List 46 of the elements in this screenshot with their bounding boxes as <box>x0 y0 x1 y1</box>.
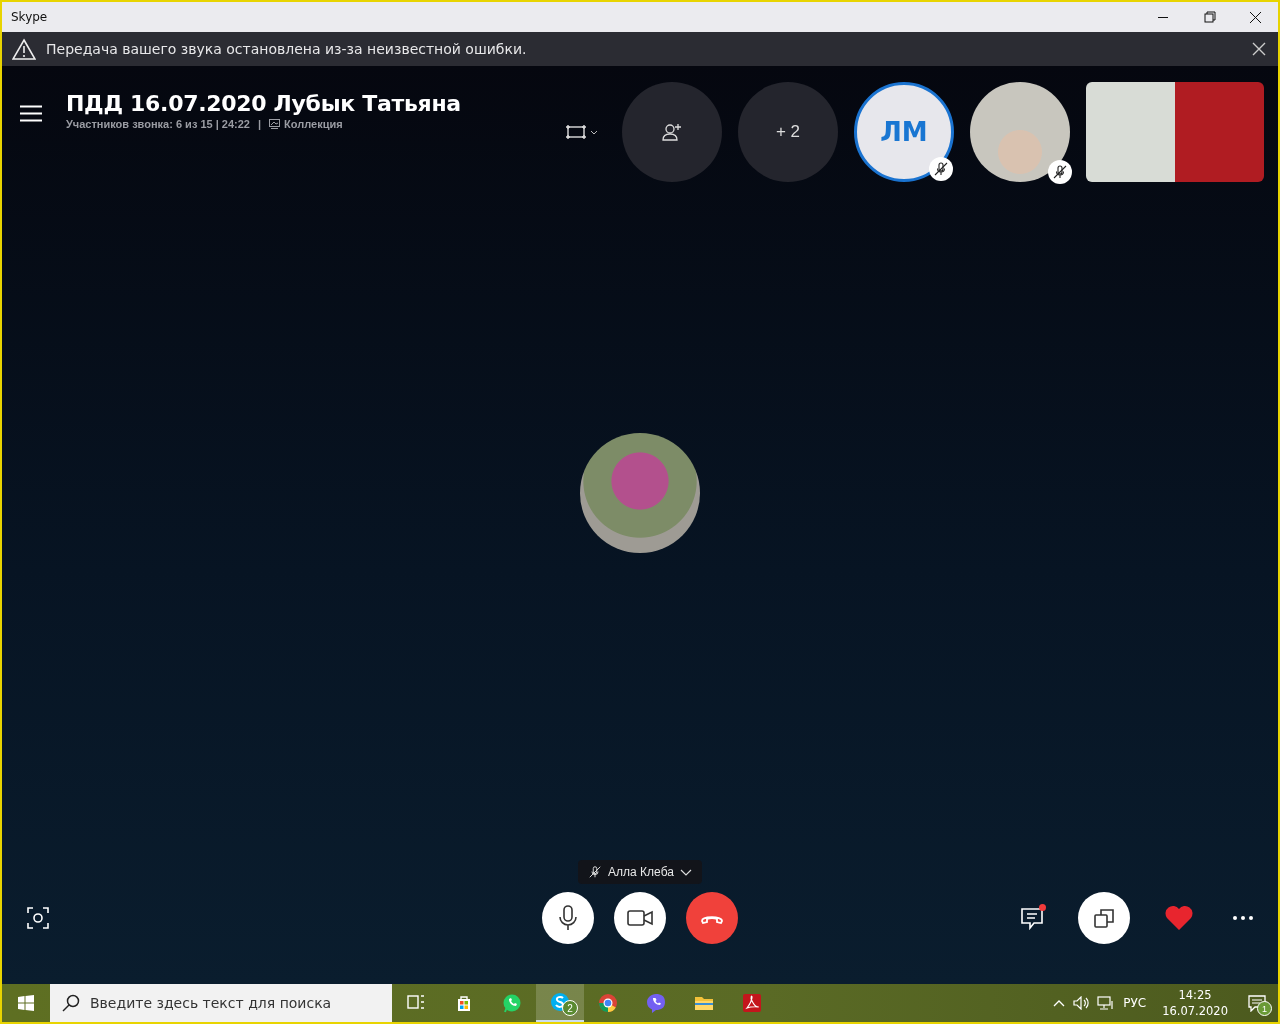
microphone-icon <box>558 905 578 931</box>
separator: | <box>257 118 262 130</box>
frame-icon <box>565 124 587 140</box>
switch-view-button[interactable] <box>1078 892 1130 944</box>
document-icon <box>742 993 762 1013</box>
language-indicator[interactable]: РУС <box>1123 996 1147 1010</box>
clock-date[interactable]: 16.07.2020 <box>1162 1003 1228 1019</box>
participant-avatar[interactable]: ЛМ <box>854 82 954 182</box>
warning-icon <box>12 38 36 60</box>
minimize-icon <box>1158 16 1168 18</box>
heart-icon <box>1164 905 1194 931</box>
speaker-icon[interactable] <box>1073 996 1090 1010</box>
window-title: Skype <box>10 10 49 24</box>
chat-bubble-icon <box>502 993 522 1013</box>
call-info: Участников звонка: 6 из 15 | 24:22 <box>66 118 250 130</box>
search-icon <box>62 994 80 1012</box>
windows-logo-icon <box>18 995 34 1011</box>
speaker-name-button[interactable]: Алла Клеба <box>578 860 702 884</box>
microphone-button[interactable] <box>542 892 594 944</box>
clock-time[interactable]: 14:25 <box>1178 987 1212 1003</box>
search-field[interactable]: Введите здесь текст для поиска <box>50 984 392 1022</box>
end-call-button[interactable] <box>686 892 738 944</box>
more-participants-button[interactable]: + 2 <box>738 82 838 182</box>
message-icon <box>1248 994 1266 1012</box>
caret-icon <box>679 868 692 876</box>
network-icon[interactable] <box>1097 996 1116 1010</box>
video-camera-icon <box>627 909 653 927</box>
count-badge: 1 <box>1257 1001 1272 1016</box>
add-person-icon <box>662 123 682 141</box>
gallery-link[interactable]: Коллекция <box>269 118 343 130</box>
gallery-icon <box>269 119 281 129</box>
layout-button[interactable] <box>563 122 600 142</box>
video-placeholder[interactable] <box>1086 82 1264 182</box>
chat-icon <box>1020 906 1044 930</box>
count-badge: 2 <box>562 1000 578 1016</box>
caret-icon <box>590 129 598 135</box>
phone-bubble-icon <box>646 993 666 1013</box>
error-message: Передача вашего звука остановлена из-за неизвестной ошибки. <box>46 41 528 57</box>
call-title: ПДД 16.07.2020 Лубык Татьяна <box>66 91 462 116</box>
more-icon <box>1232 915 1254 921</box>
taskbar-app-button[interactable]: 2 <box>536 984 584 1022</box>
browser-icon <box>598 993 618 1013</box>
camera-icon <box>26 906 50 930</box>
chevron-up-icon[interactable] <box>1053 999 1066 1007</box>
windows-icon <box>1093 907 1115 929</box>
video-button[interactable] <box>614 892 666 944</box>
